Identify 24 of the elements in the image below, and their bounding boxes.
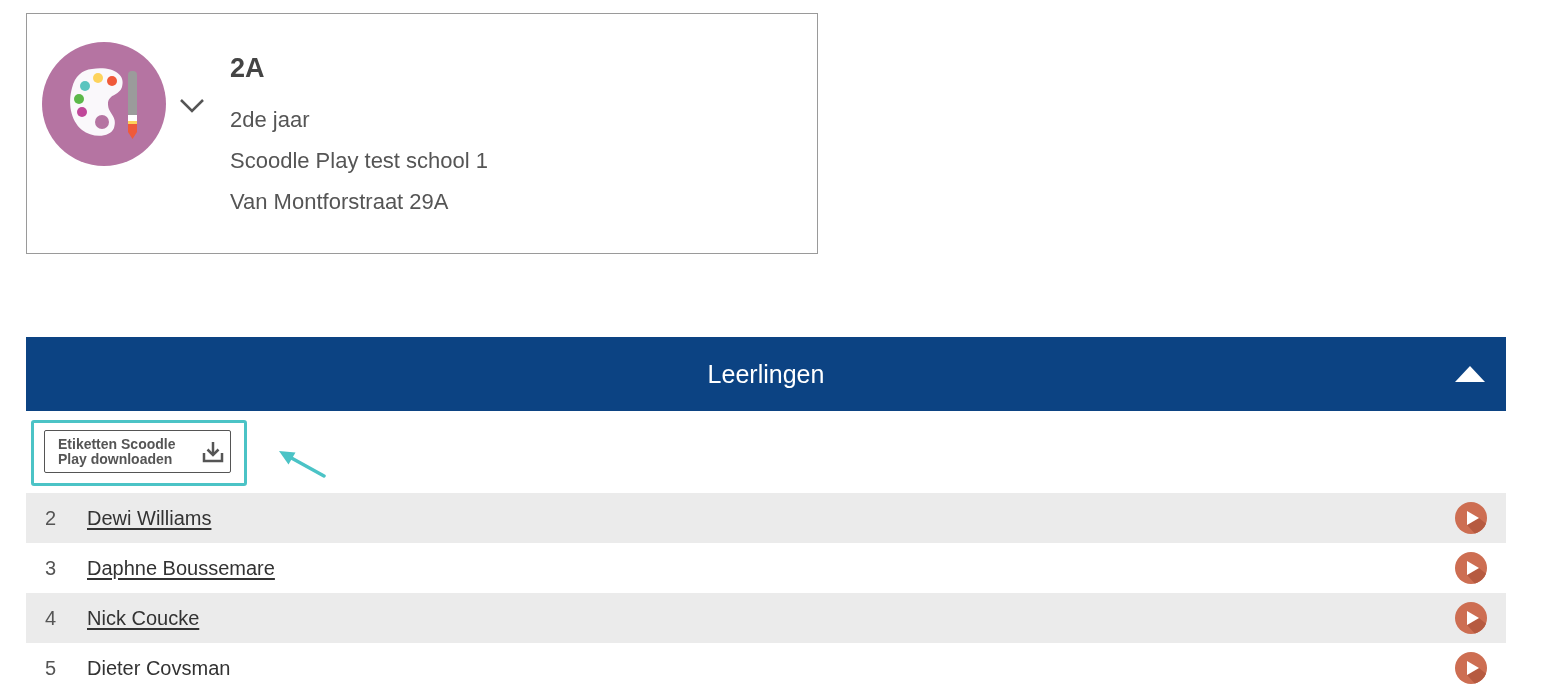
- student-name-link[interactable]: Daphne Boussemare: [87, 556, 275, 580]
- palette-icon: [42, 42, 166, 166]
- row-number: 4: [45, 606, 58, 630]
- row-number: 5: [45, 656, 58, 680]
- play-icon[interactable]: [1455, 552, 1487, 584]
- play-icon[interactable]: [1455, 652, 1487, 684]
- section-header-bar[interactable]: Leerlingen: [26, 337, 1506, 411]
- section-title: Leerlingen: [707, 359, 825, 389]
- student-name-link[interactable]: Nick Coucke: [87, 606, 200, 630]
- annotation-arrow: [278, 448, 326, 478]
- student-name-link[interactable]: Dewi Williams: [87, 506, 212, 530]
- play-icon[interactable]: [1455, 502, 1487, 534]
- class-detail: Scoodle Play test school 1: [230, 147, 489, 175]
- row-number: 2: [45, 506, 58, 530]
- caret-up-icon[interactable]: [1454, 365, 1486, 383]
- download-labels-button[interactable]: Etiketten Scoodle Play downloaden: [44, 430, 231, 473]
- student-name: Dieter Covsman: [87, 656, 231, 680]
- class-detail: Van Montforstraat 29A: [230, 188, 450, 216]
- class-detail: 2de jaar: [230, 106, 311, 134]
- download-icon: [202, 440, 224, 463]
- play-icon[interactable]: [1455, 602, 1487, 634]
- chevron-down-icon[interactable]: [179, 98, 205, 114]
- class-title: 2A: [230, 52, 266, 85]
- row-number: 3: [45, 556, 58, 580]
